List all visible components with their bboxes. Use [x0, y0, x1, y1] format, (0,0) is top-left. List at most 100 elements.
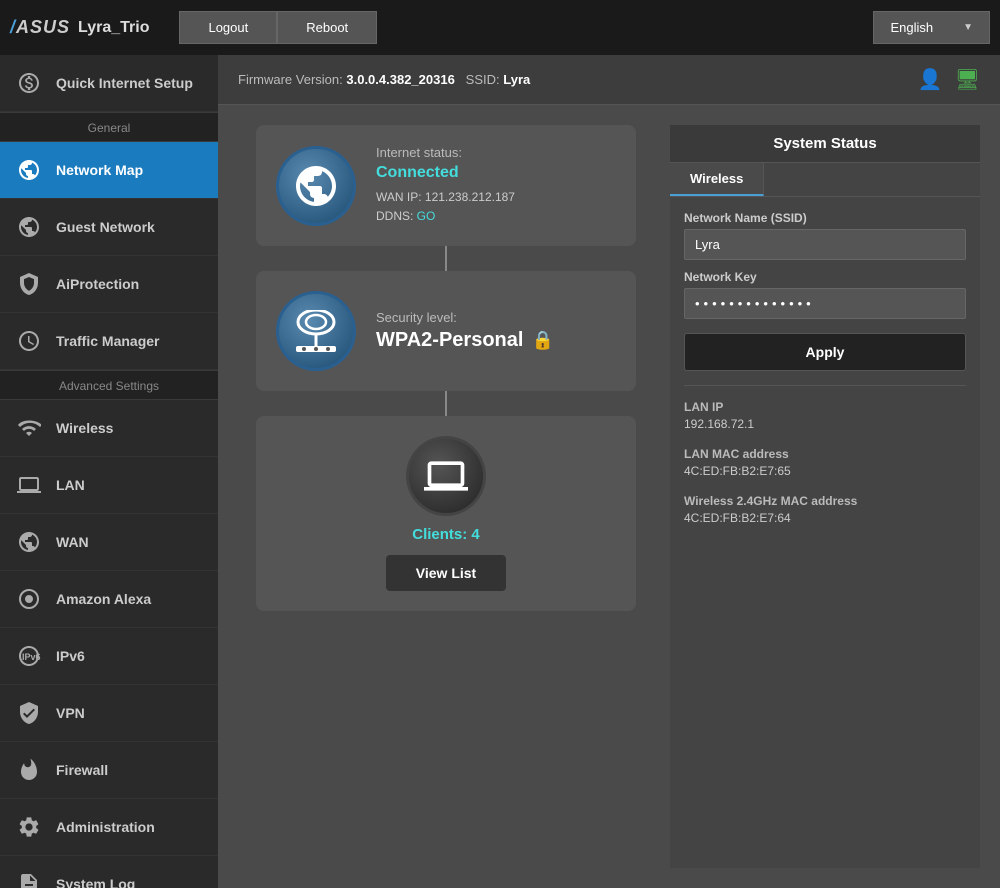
- sidebar-item-label: Firewall: [56, 762, 108, 778]
- reboot-button[interactable]: Reboot: [277, 11, 377, 44]
- lan-icon: [14, 470, 44, 500]
- clients-count: Clients: 4: [412, 526, 480, 543]
- view-list-button[interactable]: View List: [386, 555, 506, 591]
- sidebar-item-label: Amazon Alexa: [56, 591, 151, 607]
- ipv6-icon: IPv6: [14, 641, 44, 671]
- firmware-version: 3.0.0.4.382_20316: [346, 72, 454, 87]
- sidebar-item-aiprotection[interactable]: AiProtection: [0, 256, 218, 313]
- sidebar-item-lan[interactable]: LAN: [0, 457, 218, 514]
- sidebar-item-administration[interactable]: Administration: [0, 799, 218, 856]
- wifi-mac-field: Wireless 2.4GHz MAC address 4C:ED:FB:B2:…: [684, 494, 966, 531]
- lan-mac-label: LAN MAC address: [684, 447, 966, 461]
- network-map-icon: [14, 155, 44, 185]
- sidebar-item-guest-network[interactable]: Guest Network: [0, 199, 218, 256]
- guest-network-icon: [14, 212, 44, 242]
- chevron-down-icon: ▼: [963, 22, 973, 33]
- divider: [684, 385, 966, 386]
- lan-ip-field: LAN IP 192.168.72.1: [684, 400, 966, 437]
- lan-mac-value: 4C:ED:FB:B2:E7:65: [684, 464, 966, 478]
- sidebar-item-label: IPv6: [56, 648, 85, 664]
- ssid-label: SSID:: [466, 72, 500, 87]
- main-layout: Quick Internet Setup General Network Map…: [0, 55, 1000, 888]
- quick-setup-icon: [14, 68, 44, 98]
- clients-label: Clients:: [412, 526, 467, 543]
- language-selector[interactable]: English ▼: [873, 11, 990, 44]
- sidebar-item-firewall[interactable]: Firewall: [0, 742, 218, 799]
- lan-ip-value: 192.168.72.1: [684, 417, 966, 431]
- sidebar-item-amazon-alexa[interactable]: Amazon Alexa: [0, 571, 218, 628]
- panels-column: Internet status: Connected WAN IP: 121.2…: [238, 125, 654, 868]
- sidebar-item-label: AiProtection: [56, 276, 139, 292]
- wireless-icon: [14, 413, 44, 443]
- system-status-panel: System Status Wireless Network Name (SSI…: [670, 125, 980, 868]
- ssid-value: Lyra: [503, 72, 530, 87]
- system-status-body: Network Name (SSID) Network Key Apply LA…: [670, 197, 980, 545]
- sidebar-item-traffic-manager[interactable]: Traffic Manager: [0, 313, 218, 370]
- router-panel: Security level: WPA2-Personal 🔒: [256, 271, 636, 391]
- advanced-section-label: Advanced Settings: [0, 370, 218, 400]
- internet-detail: WAN IP: 121.238.212.187 DDNS: GO: [376, 188, 515, 226]
- lan-mac-field: LAN MAC address 4C:ED:FB:B2:E7:65: [684, 447, 966, 484]
- sidebar-item-wireless[interactable]: Wireless: [0, 400, 218, 457]
- sidebar-item-label: Administration: [56, 819, 155, 835]
- ssid-input[interactable]: [684, 229, 966, 260]
- amazon-alexa-icon: [14, 584, 44, 614]
- wifi-mac-value: 4C:ED:FB:B2:E7:64: [684, 511, 966, 525]
- sidebar-item-label: Quick Internet Setup: [56, 75, 193, 91]
- system-status-tabs: Wireless: [670, 163, 980, 197]
- internet-info: Internet status: Connected WAN IP: 121.2…: [376, 145, 515, 226]
- wifi-mac-label: Wireless 2.4GHz MAC address: [684, 494, 966, 508]
- sidebar-item-label: System Log: [56, 876, 135, 888]
- firewall-icon: [14, 755, 44, 785]
- network-map-area: Internet status: Connected WAN IP: 121.2…: [218, 105, 1000, 888]
- internet-panel: Internet status: Connected WAN IP: 121.2…: [256, 125, 636, 246]
- internet-status-value: Connected: [376, 164, 515, 182]
- logout-button[interactable]: Logout: [179, 11, 277, 44]
- sidebar-item-ipv6[interactable]: IPv6 IPv6: [0, 628, 218, 685]
- wan-ip: 121.238.212.187: [425, 190, 515, 204]
- apply-button[interactable]: Apply: [684, 333, 966, 371]
- administration-icon: [14, 812, 44, 842]
- status-icon: 🖥: [955, 67, 980, 92]
- sidebar-item-quick-setup[interactable]: Quick Internet Setup: [0, 55, 218, 112]
- sidebar-item-wan[interactable]: WAN: [0, 514, 218, 571]
- lan-ip-label: LAN IP: [684, 400, 966, 414]
- internet-status-label: Internet status:: [376, 145, 515, 160]
- sidebar-item-label: LAN: [56, 477, 85, 493]
- tab-wireless[interactable]: Wireless: [670, 163, 764, 196]
- sidebar-item-vpn[interactable]: VPN: [0, 685, 218, 742]
- router-icon: [276, 291, 356, 371]
- security-label: Security level:: [376, 310, 554, 325]
- ddns-link[interactable]: GO: [417, 209, 436, 223]
- user-icon[interactable]: 👤: [918, 67, 943, 92]
- sidebar-item-label: VPN: [56, 705, 85, 721]
- device-name: Lyra_Trio: [78, 19, 149, 37]
- general-section-label: General: [0, 112, 218, 142]
- clients-panel: Clients: 4 View List: [256, 416, 636, 611]
- key-field: Network Key: [684, 270, 966, 319]
- system-log-icon: [14, 869, 44, 888]
- sidebar-item-label: Guest Network: [56, 219, 155, 235]
- sidebar-item-label: Network Map: [56, 162, 143, 178]
- ssid-field-label: Network Name (SSID): [684, 211, 966, 225]
- security-value: WPA2-Personal 🔒: [376, 329, 554, 352]
- sidebar-item-label: Traffic Manager: [56, 333, 159, 349]
- content-header: Firmware Version: 3.0.0.4.382_20316 SSID…: [218, 55, 1000, 105]
- aiprotection-icon: [14, 269, 44, 299]
- key-field-label: Network Key: [684, 270, 966, 284]
- lock-icon: 🔒: [531, 330, 553, 351]
- sidebar-item-system-log[interactable]: System Log: [0, 856, 218, 888]
- wan-icon: [14, 527, 44, 557]
- sidebar-item-network-map[interactable]: Network Map: [0, 142, 218, 199]
- sidebar-item-label: WAN: [56, 534, 89, 550]
- system-status-title: System Status: [670, 125, 980, 163]
- logo-area: /ASUS Lyra_Trio: [10, 17, 149, 38]
- connector-1: [445, 246, 447, 271]
- language-label: English: [890, 20, 933, 35]
- clients-icon: [406, 436, 486, 516]
- content: Firmware Version: 3.0.0.4.382_20316 SSID…: [218, 55, 1000, 888]
- header-icons: 👤 🖥: [918, 67, 980, 92]
- traffic-manager-icon: [14, 326, 44, 356]
- sidebar-item-label: Wireless: [56, 420, 113, 436]
- network-key-input[interactable]: [684, 288, 966, 319]
